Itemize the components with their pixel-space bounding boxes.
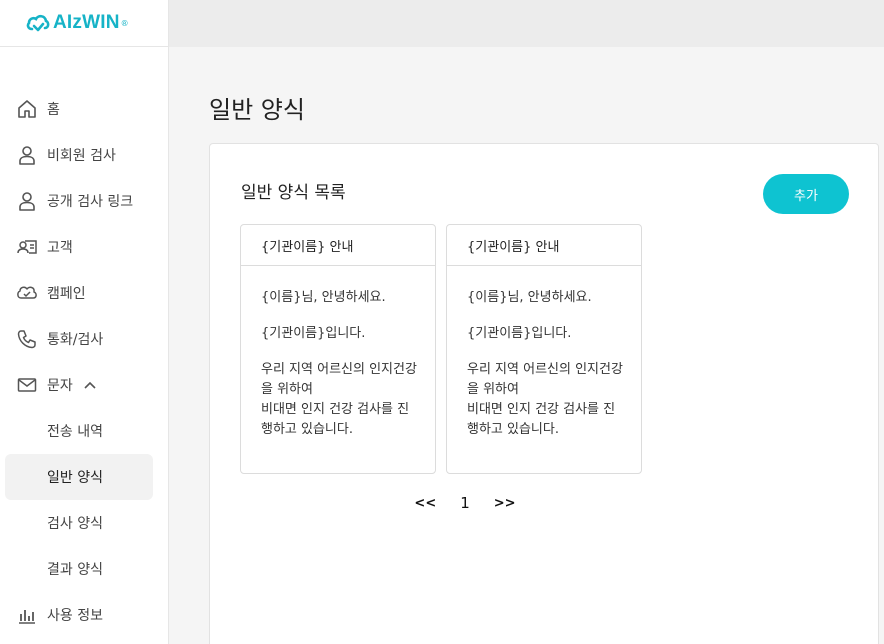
pagination-prev-button[interactable]: << [414,496,436,511]
template-card-line: 비대면 인지 건강 검사를 진행하고 있습니다. [261,402,410,437]
bar-chart-icon [16,604,38,626]
sidebar-subitem-result-template[interactable]: 결과 양식 [0,546,169,592]
template-card-line: 우리 지역 어르신의 인지건강을 위하여 [467,362,623,397]
sidebar-subitem-label: 전송 내역 [47,424,103,440]
sidebar-item-label: 비회원 검사 [47,148,116,164]
sidebar-item-label: 통화/검사 [47,332,104,348]
brand-reg-mark: ® [120,18,129,28]
mail-icon [16,374,38,396]
sidebar-subitem-send-history[interactable]: 전송 내역 [0,408,169,454]
home-icon [16,98,38,120]
pagination-next-button[interactable]: >> [494,496,516,511]
pagination-page-1[interactable]: 1 [460,494,470,512]
sidebar-subitem-general-template[interactable]: 일반 양식 [5,454,153,500]
cloud-logo-icon [26,14,50,32]
sidebar-item-label: 사용 정보 [47,608,103,624]
template-card-title: {기관이름} 안내 [447,225,641,266]
sidebar-item-customers[interactable]: 고객 [0,224,169,270]
sidebar-item-public-test-link[interactable]: 공개 검사 링크 [0,178,169,224]
template-card-line: 우리 지역 어르신의 인지건강을 위하여 [261,362,417,397]
sidebar-item-label: 고객 [47,240,73,256]
sidebar-subitem-label: 결과 양식 [47,562,103,578]
campaign-icon [16,282,38,304]
sidebar: AIzWIN ® 홈 비회원 검사 공개 검사 링크 고객 캠페인 통화/검사 … [0,0,169,644]
template-card-line: {이름}님, 안녕하세요. [261,290,386,305]
sidebar-item-home[interactable]: 홈 [0,86,169,132]
top-bar [169,0,884,47]
template-list-panel: 일반 양식 목록 추가 {기관이름} 안내 {이름}님, 안녕하세요. {기관이… [209,143,879,644]
sidebar-item-label: 캠페인 [47,286,86,302]
pagination: << 1 >> [240,494,690,512]
template-card-line: {기관이름}입니다. [261,326,366,341]
sidebar-item-usage-info[interactable]: 사용 정보 [0,592,169,638]
template-card-line: {이름}님, 안녕하세요. [467,290,592,305]
person-icon [16,190,38,212]
chevron-up-icon[interactable] [83,378,97,392]
sidebar-item-call-test[interactable]: 통화/검사 [0,316,169,362]
sidebar-item-label: 공개 검사 링크 [47,194,134,210]
add-button[interactable]: 추가 [763,174,849,214]
person-icon [16,144,38,166]
brand-name: AIzWIN [53,12,120,33]
sidebar-subitem-label: 검사 양식 [47,516,103,532]
sidebar-nav: 홈 비회원 검사 공개 검사 링크 고객 캠페인 통화/검사 문자 전송 내역 … [0,86,169,638]
sidebar-item-messages[interactable]: 문자 [0,362,169,408]
panel-title: 일반 양식 목록 [241,183,346,203]
template-card[interactable]: {기관이름} 안내 {이름}님, 안녕하세요. {기관이름}입니다. 우리 지역… [446,224,642,474]
template-card-body: {이름}님, 안녕하세요. {기관이름}입니다. 우리 지역 어르신의 인지건강… [241,266,435,440]
sidebar-item-guest-test[interactable]: 비회원 검사 [0,132,169,178]
template-card-title: {기관이름} 안내 [241,225,435,266]
sidebar-item-campaign[interactable]: 캠페인 [0,270,169,316]
brand-logo[interactable]: AIzWIN ® [0,0,168,47]
contact-card-icon [16,236,38,258]
sidebar-item-label: 문자 [47,378,73,394]
template-card-body: {이름}님, 안녕하세요. {기관이름}입니다. 우리 지역 어르신의 인지건강… [447,266,641,440]
template-card[interactable]: {기관이름} 안내 {이름}님, 안녕하세요. {기관이름}입니다. 우리 지역… [240,224,436,474]
sidebar-subitem-label: 일반 양식 [47,470,103,486]
template-card-line: 비대면 인지 건강 검사를 진행하고 있습니다. [467,402,616,437]
phone-icon [16,328,38,350]
page-title: 일반 양식 [209,96,305,124]
sidebar-subitem-test-template[interactable]: 검사 양식 [0,500,169,546]
sidebar-item-label: 홈 [47,102,60,118]
template-card-line: {기관이름}입니다. [467,326,572,341]
